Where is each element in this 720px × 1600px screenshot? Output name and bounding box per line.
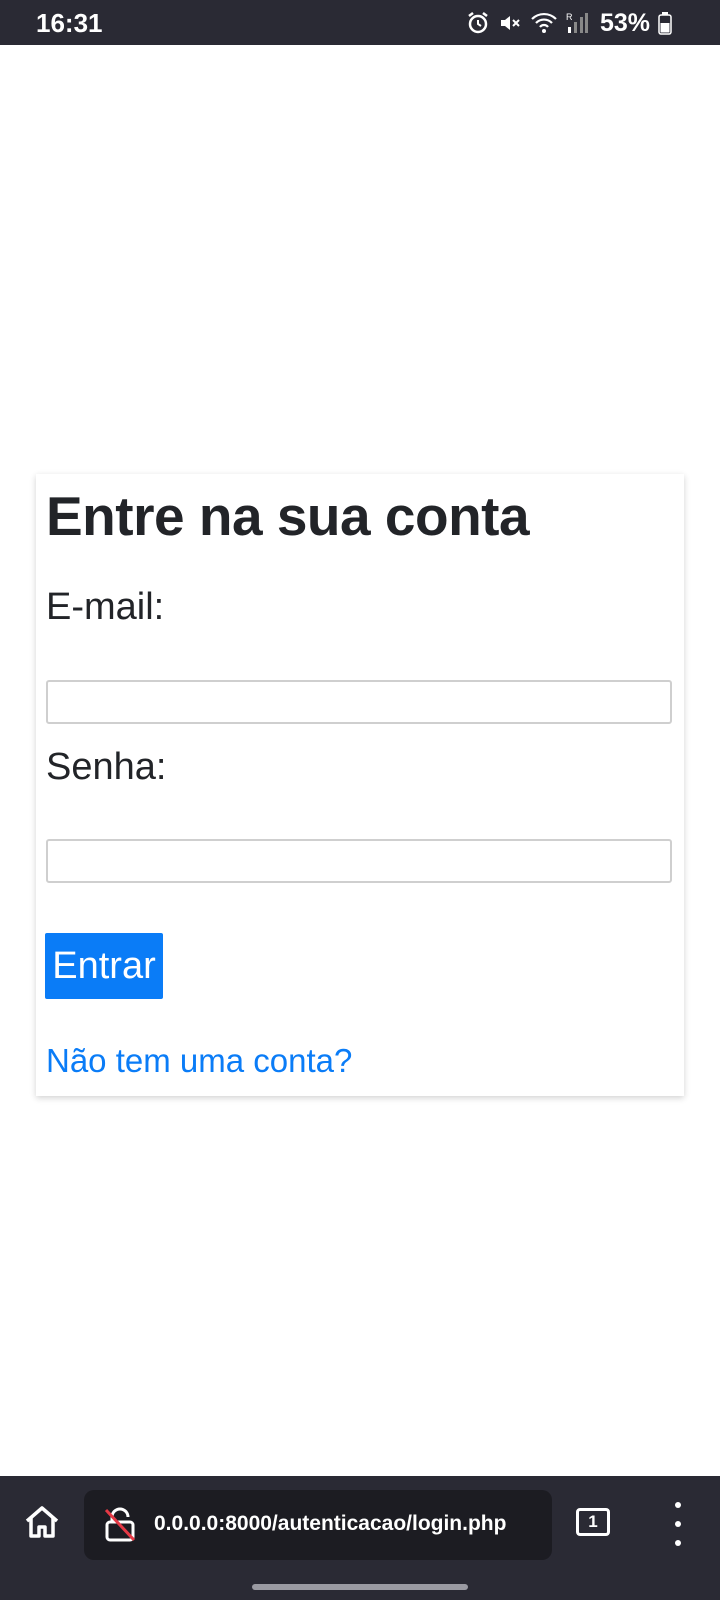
status-bar: 16:31 R 53% (0, 0, 720, 45)
wifi-icon (530, 11, 558, 35)
login-card: Entre na sua conta E-mail: Senha: Entrar… (36, 474, 684, 1096)
battery-icon (658, 11, 672, 35)
insecure-lock-icon[interactable] (102, 1506, 138, 1549)
menu-dot (675, 1521, 681, 1527)
page-title: Entre na sua conta (46, 485, 530, 547)
battery-level: 53% (599, 8, 650, 37)
signal-icon: R (566, 11, 588, 35)
status-icons: R 53% (466, 8, 672, 38)
status-time: 16:31 (36, 8, 103, 38)
tabs-button[interactable]: 1 (576, 1508, 610, 1536)
address-bar[interactable]: 0.0.0.0:8000/autenticacao/login.php (84, 1490, 552, 1560)
email-field[interactable] (46, 680, 672, 724)
browser-toolbar: 0.0.0.0:8000/autenticacao/login.php 1 (0, 1476, 720, 1600)
email-label: E-mail: (46, 586, 165, 628)
alarm-icon (466, 11, 490, 35)
svg-text:R: R (566, 12, 573, 22)
home-button[interactable] (20, 1502, 64, 1546)
login-button[interactable]: Entrar (45, 933, 163, 999)
password-field[interactable] (46, 839, 672, 883)
signup-link[interactable]: Não tem uma conta? (46, 1042, 352, 1080)
menu-dot (675, 1502, 681, 1508)
gesture-navigation-bar[interactable] (252, 1584, 468, 1590)
tab-count: 1 (588, 1512, 598, 1531)
home-icon (22, 1502, 62, 1547)
mute-icon (498, 11, 522, 35)
more-vert-icon[interactable] (666, 1502, 690, 1546)
password-label: Senha: (46, 746, 167, 788)
menu-dot (675, 1540, 681, 1546)
url-text: 0.0.0.0:8000/autenticacao/login.php (154, 1512, 507, 1535)
